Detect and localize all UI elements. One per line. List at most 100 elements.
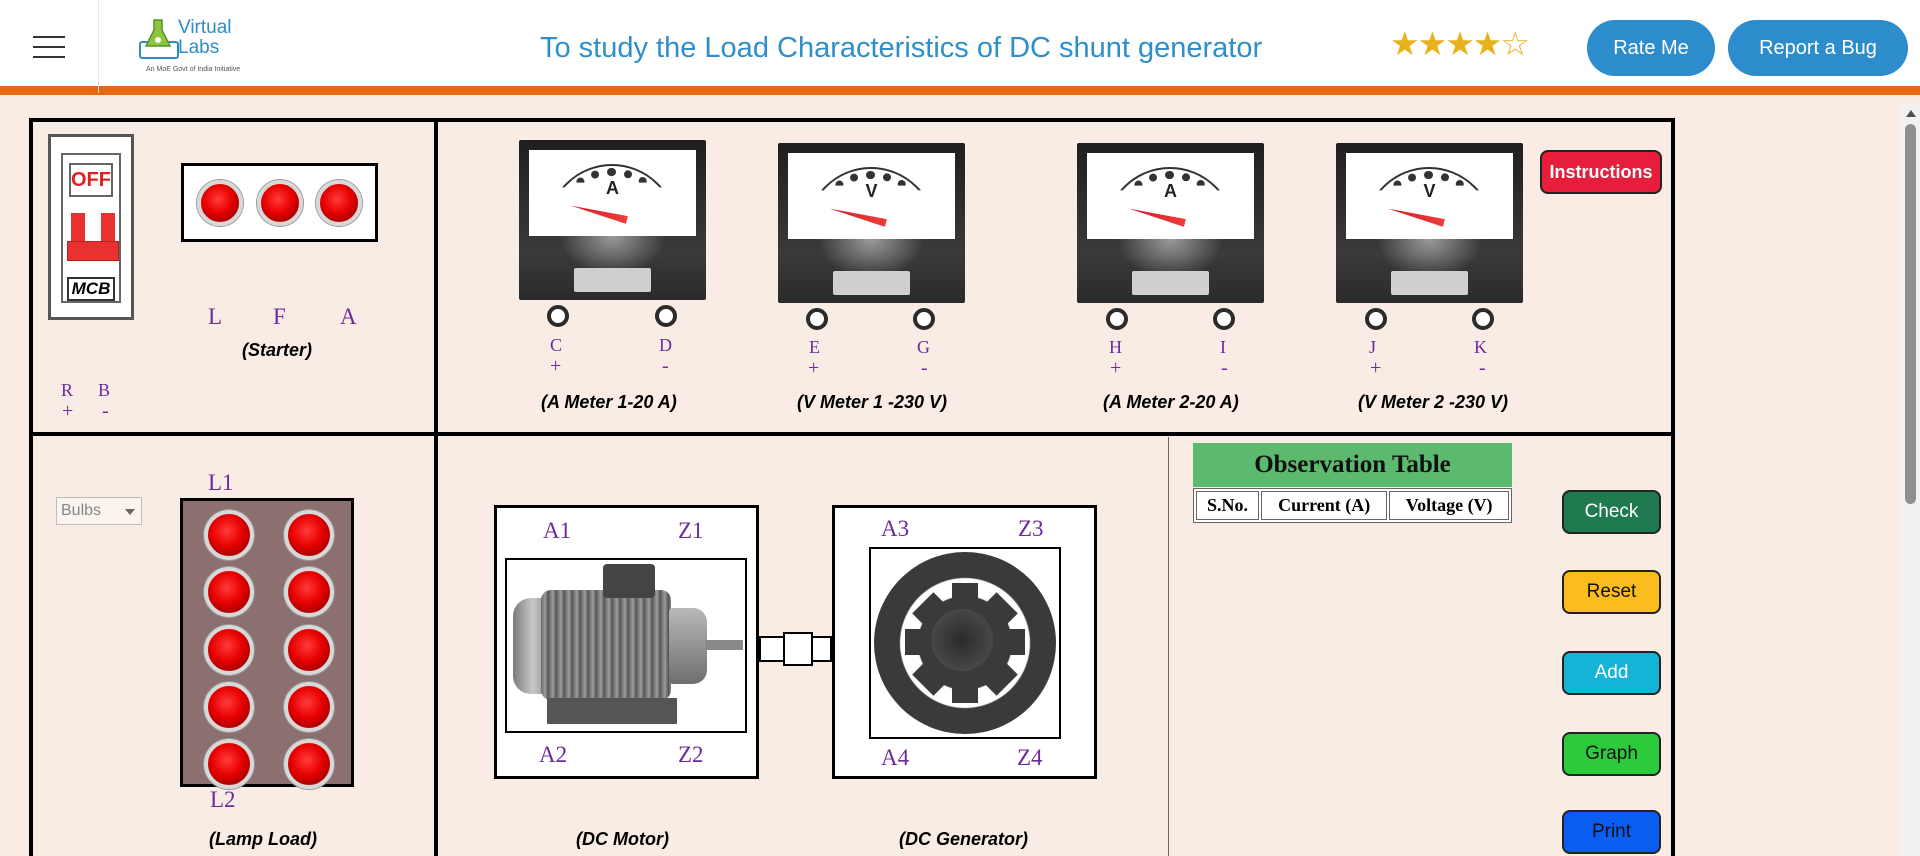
motor-terminal-a1[interactable]: A1 <box>543 518 571 544</box>
terminal-h[interactable] <box>1106 308 1128 330</box>
supply-minus-sign: - <box>102 400 109 422</box>
lamp-bulb <box>204 682 254 732</box>
starter-terminal-l[interactable]: L <box>208 304 222 330</box>
meter-unit-letter: A <box>606 178 619 198</box>
supply-terminal-b[interactable]: B <box>98 380 110 401</box>
terminal-minus-sign: - <box>1479 357 1486 379</box>
terminal-g[interactable] <box>913 308 935 330</box>
print-button[interactable]: Print <box>1562 810 1661 854</box>
starter-led <box>315 179 362 226</box>
terminal-g-label: G <box>917 337 930 357</box>
star-filled-icon[interactable]: ★ <box>1418 25 1448 62</box>
meter-unit-letter: V <box>865 181 878 201</box>
star-filled-icon[interactable]: ★ <box>1445 25 1475 62</box>
ammeter-1: A <box>519 140 706 300</box>
logo-brand: Virtual Labs <box>178 17 232 58</box>
motor-terminal-z1[interactable]: Z1 <box>678 518 704 544</box>
lamp-bulb <box>284 567 334 617</box>
star-empty-icon[interactable]: ☆ <box>1500 25 1530 62</box>
generator-terminal-a3[interactable]: A3 <box>881 516 909 542</box>
coupling-part <box>783 632 813 666</box>
motor-bell <box>669 608 707 684</box>
generator-rotor <box>931 609 993 671</box>
lamp-bulb <box>284 510 334 560</box>
table-header-row: S.No. Current (A) Voltage (V) <box>1196 491 1509 520</box>
starter-caption: (Starter) <box>242 340 313 360</box>
terminal-d[interactable] <box>655 305 677 327</box>
virtual-labs-logo[interactable]: Virtual Labs An MoE Govt of India Initia… <box>138 16 250 78</box>
instructions-button[interactable]: Instructions <box>1540 150 1662 194</box>
star-filled-icon[interactable]: ★ <box>1473 25 1503 62</box>
voltmeter-1: V <box>778 143 965 303</box>
add-button[interactable]: Add <box>1562 651 1661 695</box>
dc-motor-caption: (DC Motor) <box>576 829 669 849</box>
mcb-body: OFF MCB <box>61 153 121 303</box>
motor-terminal-z2[interactable]: Z2 <box>678 742 704 768</box>
motor-body <box>541 590 671 700</box>
shaft-coupling <box>759 632 832 666</box>
column-header-current: Current (A) <box>1261 491 1388 520</box>
divider-horizontal <box>29 432 1675 436</box>
starter-led <box>197 179 244 226</box>
terminal-plus-sign: + <box>808 357 820 379</box>
generator-pole <box>995 629 1025 655</box>
column-header-sno: S.No. <box>1196 491 1260 520</box>
report-bug-button[interactable]: Report a Bug <box>1728 20 1908 76</box>
graph-button[interactable]: Graph <box>1562 732 1661 776</box>
terminal-plus-sign: + <box>1110 357 1122 379</box>
terminal-c[interactable] <box>547 305 569 327</box>
meter-plate <box>574 268 651 292</box>
starter-terminal-a[interactable]: A <box>340 304 357 330</box>
top-header: Virtual Labs An MoE Govt of India Initia… <box>0 0 1920 95</box>
voltmeter-1-caption: (V Meter 1 -230 V) <box>797 392 948 412</box>
meter-unit-letter: V <box>1423 181 1436 201</box>
scroll-thumb[interactable] <box>1905 124 1916 504</box>
terminal-minus-sign: - <box>1221 357 1228 379</box>
dc-generator-image <box>869 547 1061 739</box>
motor-terminal-a2[interactable]: A2 <box>539 742 567 768</box>
load-type-value: Bulbs <box>61 502 102 519</box>
generator-terminal-z3[interactable]: Z3 <box>1018 516 1044 542</box>
load-type-select[interactable]: Bulbs <box>56 497 142 525</box>
lamp-terminal-l1[interactable]: L1 <box>208 470 234 496</box>
vertical-scrollbar[interactable] <box>1901 104 1920 856</box>
meter-needle <box>1387 205 1445 227</box>
mcb-lever-post <box>101 213 115 243</box>
check-button[interactable]: Check <box>1562 490 1661 534</box>
observation-table: S.No. Current (A) Voltage (V) <box>1193 488 1512 523</box>
observation-divider <box>1168 437 1169 856</box>
scroll-up-arrow-icon[interactable] <box>1906 110 1916 117</box>
terminal-j[interactable] <box>1365 308 1387 330</box>
hamburger-menu-icon[interactable] <box>0 0 99 93</box>
lamp-bulb <box>204 625 254 675</box>
supply-terminal-r[interactable]: R <box>61 380 73 401</box>
meter-plate <box>1391 271 1468 295</box>
terminal-d-label: D <box>659 335 672 355</box>
lamp-bulb <box>284 625 334 675</box>
flask-icon <box>139 19 179 59</box>
terminal-i-label: I <box>1220 337 1226 357</box>
page-title: To study the Load Characteristics of DC … <box>540 32 1263 64</box>
meter-dial: A <box>529 150 696 236</box>
generator-terminal-z4[interactable]: Z4 <box>1017 745 1043 771</box>
motor-terminal-box <box>603 564 655 598</box>
rate-me-button[interactable]: Rate Me <box>1587 20 1715 76</box>
mcb-state-label: OFF <box>69 163 113 197</box>
ammeter-2-caption: (A Meter 2-20 A) <box>1103 392 1239 412</box>
terminal-c-label: C <box>550 335 563 355</box>
mcb-lever[interactable] <box>67 213 119 261</box>
star-filled-icon[interactable]: ★ <box>1390 25 1420 62</box>
chevron-down-icon <box>125 509 135 515</box>
starter-terminal-f[interactable]: F <box>273 304 286 330</box>
terminal-k[interactable] <box>1472 308 1494 330</box>
generator-terminal-a4[interactable]: A4 <box>881 745 909 771</box>
reset-button[interactable]: Reset <box>1562 570 1661 614</box>
dc-generator-caption: (DC Generator) <box>899 829 1029 849</box>
terminal-i[interactable] <box>1213 308 1235 330</box>
ammeter-2: A <box>1077 143 1264 303</box>
lamp-terminal-l2[interactable]: L2 <box>210 787 236 813</box>
divider-vertical <box>434 118 438 856</box>
star-rating[interactable]: ★★★★☆ <box>1390 24 1530 63</box>
mcb-switch[interactable]: OFF MCB <box>48 134 134 320</box>
terminal-e[interactable] <box>806 308 828 330</box>
